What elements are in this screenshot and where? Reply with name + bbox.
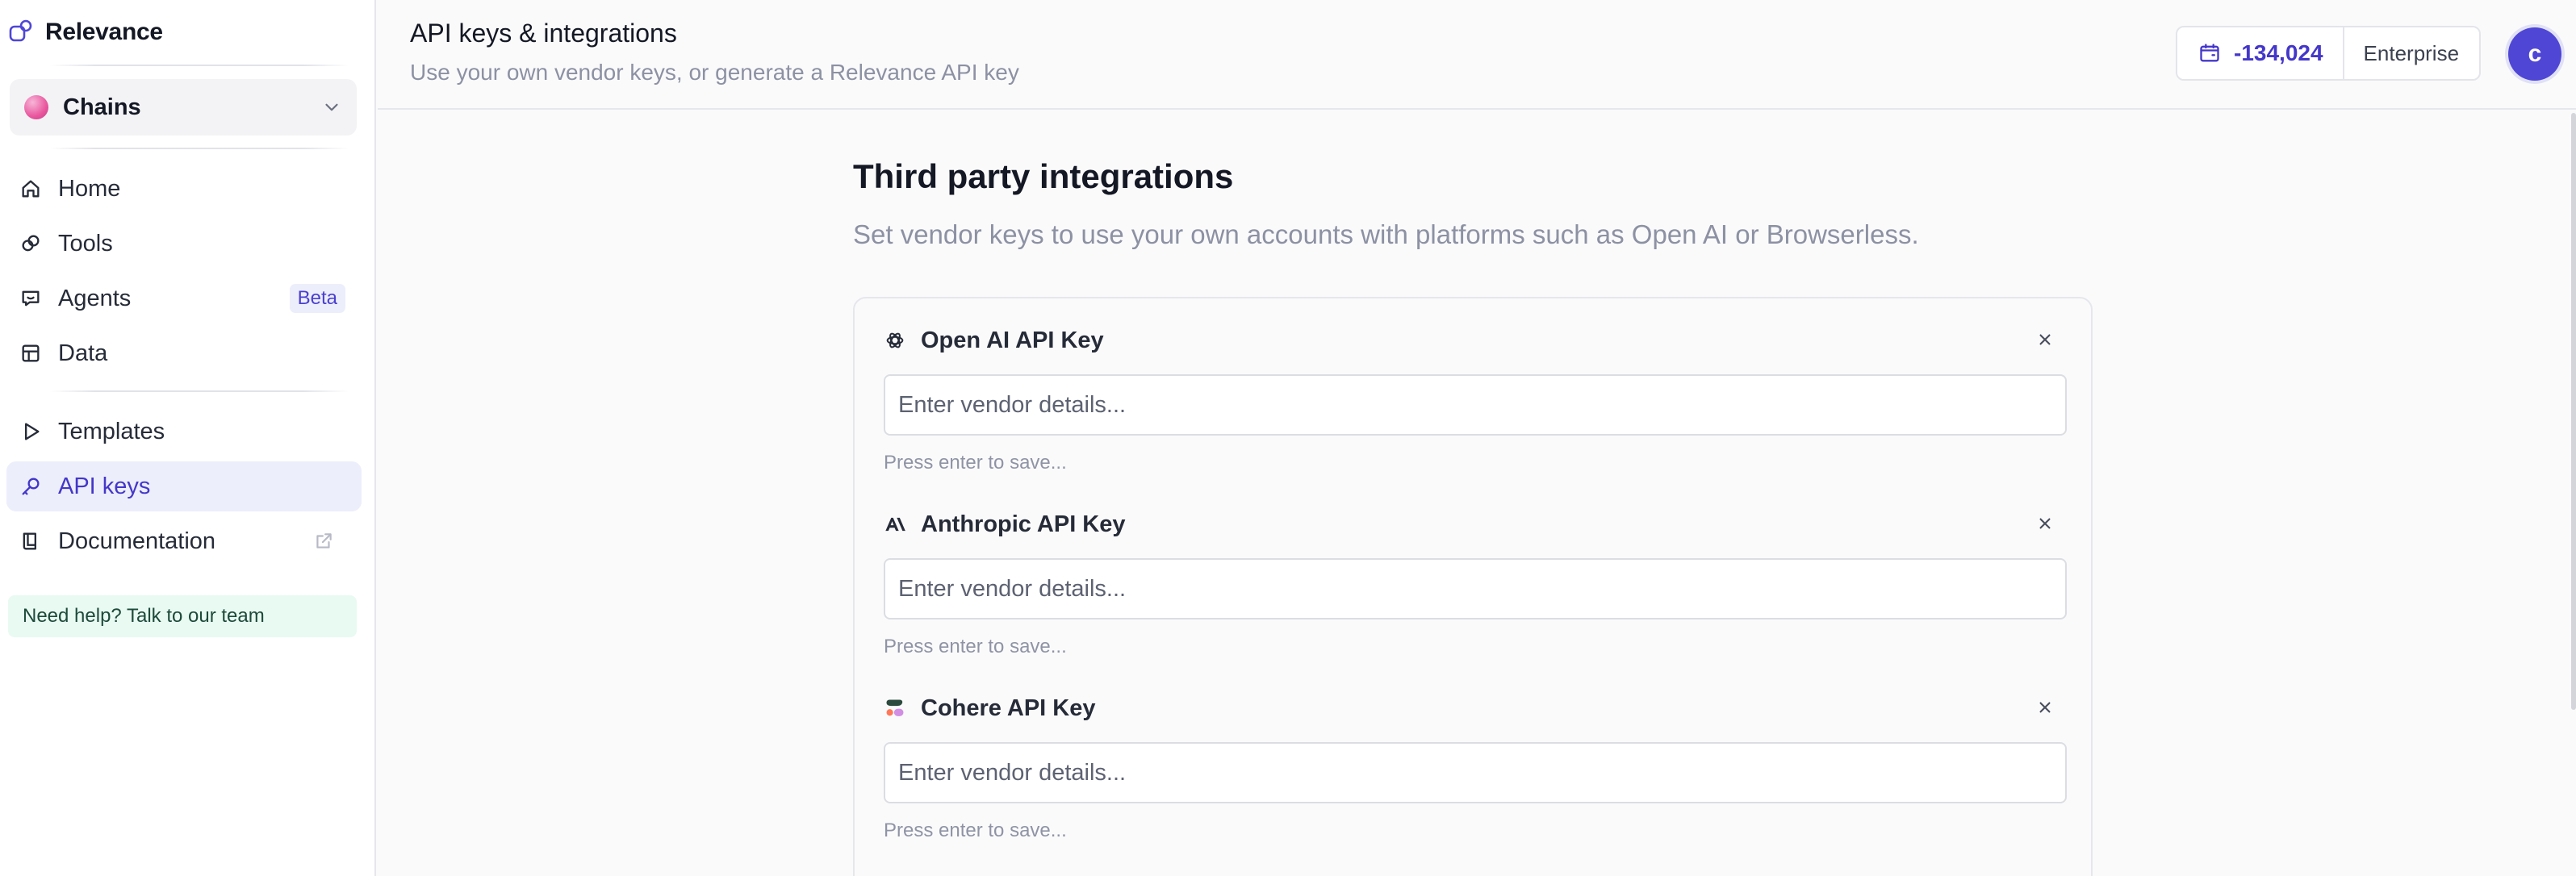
sidebar-item-label: Data [58, 340, 108, 366]
book-icon [23, 532, 36, 550]
beta-badge: Beta [289, 284, 345, 313]
workspace-avatar [24, 95, 48, 119]
page-subtitle: Use your own vendor keys, or generate a … [410, 60, 1019, 85]
sidebar-item-tools[interactable]: Tools [6, 219, 362, 269]
key-icon [22, 478, 40, 495]
vendor-title: Open AI API Key [921, 327, 1104, 353]
divider [50, 390, 349, 392]
scrollbar[interactable] [2571, 113, 2576, 710]
sidebar-item-agents[interactable]: Agents Beta [6, 273, 362, 323]
play-icon [25, 423, 40, 440]
data-table-icon [22, 344, 40, 362]
credits-value: -134,024 [2234, 40, 2323, 65]
close-icon[interactable] [2034, 697, 2055, 718]
vendor-title: Cohere API Key [921, 695, 1096, 721]
home-icon [22, 180, 40, 198]
relevance-logo-icon [9, 19, 32, 42]
close-icon[interactable] [2034, 513, 2055, 534]
sidebar-item-label: Documentation [58, 528, 216, 554]
sidebar-item-data[interactable]: Data [6, 328, 362, 378]
sidebar-item-label: Tools [58, 230, 113, 257]
help-contact-link[interactable]: Need help? Talk to our team [8, 595, 357, 637]
page-title: API keys & integrations [410, 19, 677, 48]
anthropic-icon [885, 517, 905, 532]
sidebar-item-api-keys[interactable]: API keys [6, 461, 362, 511]
close-icon[interactable] [2034, 329, 2055, 350]
tools-icon [22, 235, 40, 252]
anthropic-key-input[interactable] [884, 558, 2067, 619]
sidebar-item-home[interactable]: Home [6, 164, 362, 214]
vendor-openai: Open AI API Key Press enter to save... [884, 324, 2067, 474]
sidebar-item-label: Agents [58, 285, 132, 311]
cohere-icon [886, 699, 904, 716]
divider [50, 148, 349, 149]
agents-icon [22, 290, 40, 307]
divider [50, 65, 349, 66]
vendor-anthropic: Anthropic API Key Press enter to save... [884, 508, 2067, 658]
sidebar-item-label: Templates [58, 418, 165, 444]
save-hint: Press enter to save... [884, 452, 1067, 473]
credits-button[interactable]: -134,024 [2177, 27, 2344, 79]
sidebar-item-templates[interactable]: Templates [6, 407, 362, 457]
plan-button[interactable]: Enterprise [2344, 27, 2479, 79]
user-avatar[interactable]: c [2508, 27, 2561, 81]
section-title: Third party integrations [853, 157, 1234, 195]
sidebar-item-label: API keys [58, 473, 151, 499]
page-header: API keys & integrations Use your own ven… [378, 0, 2576, 110]
save-hint: Press enter to save... [884, 820, 1067, 841]
sidebar-item-documentation[interactable]: Documentation [6, 516, 362, 566]
vendor-title: Anthropic API Key [921, 511, 1126, 537]
workspace-name: Chains [63, 94, 141, 120]
openai-key-input[interactable] [884, 374, 2067, 436]
openai-icon [886, 332, 904, 348]
sidebar: Relevance Chains Home Tools Agents Beta … [0, 0, 376, 876]
save-hint: Press enter to save... [884, 636, 1067, 657]
cohere-key-input[interactable] [884, 742, 2067, 803]
vendor-cohere: Cohere API Key Press enter to save... [884, 692, 2067, 842]
integrations-panel: Open AI API Key Press enter to save... A… [853, 297, 2093, 876]
external-link-icon [316, 533, 332, 549]
workspace-selector[interactable]: Chains [10, 79, 357, 136]
brand[interactable]: Relevance [8, 16, 163, 48]
credits-widget: -134,024 Enterprise [2176, 26, 2481, 81]
brand-name: Relevance [45, 19, 163, 45]
section-subtitle: Set vendor keys to use your own accounts… [853, 219, 1919, 249]
chevron-down-icon [325, 103, 338, 111]
sidebar-item-label: Home [58, 175, 121, 202]
wallet-icon [2200, 44, 2219, 62]
